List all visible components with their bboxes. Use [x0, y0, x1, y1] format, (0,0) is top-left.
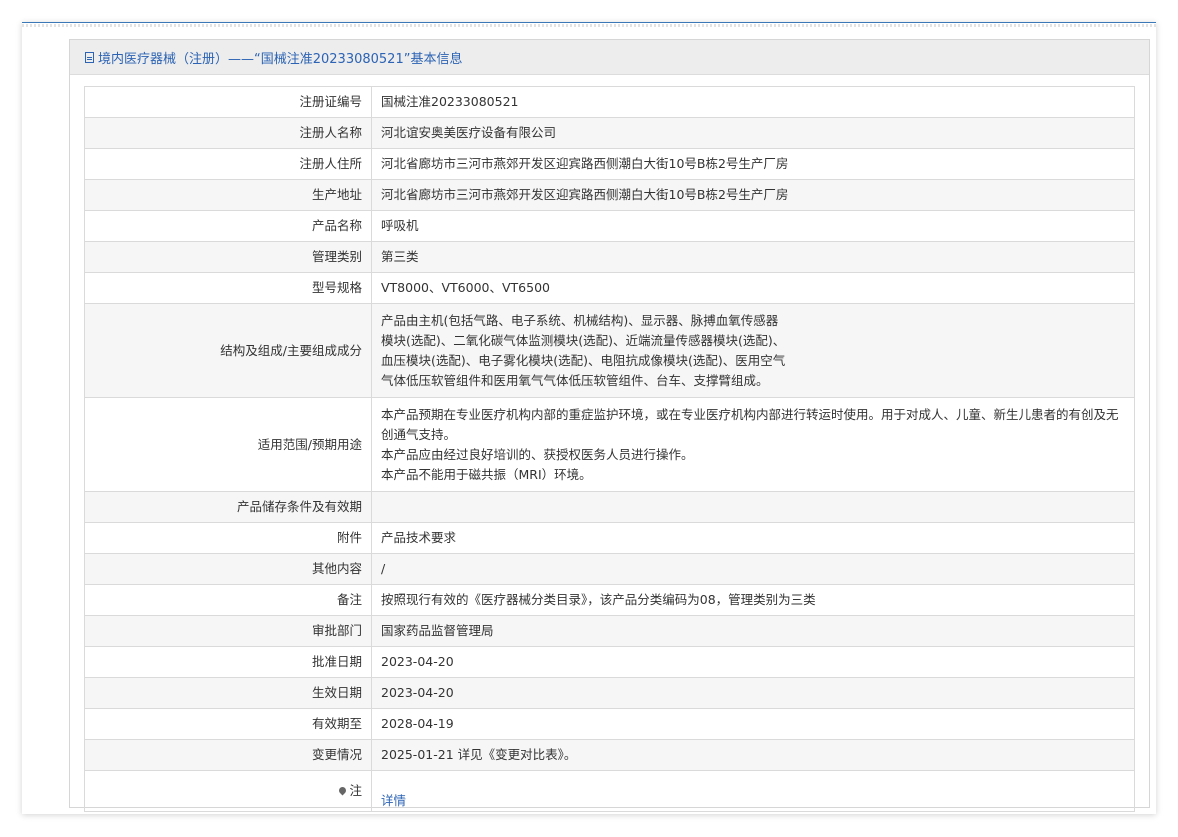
row-label: 审批部门	[84, 615, 372, 647]
row-label: 产品储存条件及有效期	[84, 491, 372, 523]
table-row: 结构及组成/主要组成成分 产品由主机(包括气路、电子系统、机械结构)、显示器、脉…	[84, 303, 1135, 398]
table-row: 注册人住所 河北省廊坊市三河市燕郊开发区迎宾路西侧潮白大街10号B栋2号生产厂房	[84, 148, 1135, 180]
info-panel: 境内医疗器械（注册）——“国械注准20233080521”基本信息 注册证编号 …	[69, 39, 1150, 812]
table-row: 附件 产品技术要求	[84, 522, 1135, 554]
row-value: 第三类	[371, 241, 1135, 273]
row-label: 管理类别	[84, 241, 372, 273]
table-row: 型号规格 VT8000、VT6000、VT6500	[84, 272, 1135, 304]
row-label: 结构及组成/主要组成成分	[84, 303, 372, 398]
row-value: 河北谊安奥美医疗设备有限公司	[371, 117, 1135, 149]
row-value	[371, 491, 1135, 523]
table-row: 其他内容 /	[84, 553, 1135, 585]
row-label: 批准日期	[84, 646, 372, 678]
row-value: 2023-04-20	[371, 646, 1135, 678]
row-label-note: 注	[84, 770, 372, 812]
row-value: 2028-04-19	[371, 708, 1135, 740]
row-value-note: 详情	[371, 770, 1135, 812]
info-table: 注册证编号 国械注准20233080521 注册人名称 河北谊安奥美医疗设备有限…	[84, 86, 1135, 812]
dashed-divider	[22, 24, 1156, 27]
row-value: 按照现行有效的《医疗器械分类目录》，该产品分类编码为08，管理类别为三类	[371, 584, 1135, 616]
row-label: 生效日期	[84, 677, 372, 709]
location-pin-icon	[338, 785, 348, 796]
table-row: 审批部门 国家药品监督管理局	[84, 615, 1135, 647]
table-row: 产品储存条件及有效期	[84, 491, 1135, 523]
row-label: 适用范围/预期用途	[84, 397, 372, 492]
outer-frame: 境内医疗器械（注册）——“国械注准20233080521”基本信息 注册证编号 …	[22, 22, 1156, 814]
row-label: 其他内容	[84, 553, 372, 585]
table-row: 适用范围/预期用途 本产品预期在专业医疗机构内部的重症监护环境，或在专业医疗机构…	[84, 397, 1135, 492]
page: 境内医疗器械（注册）——“国械注准20233080521”基本信息 注册证编号 …	[0, 0, 1178, 837]
table-row: 注 详情	[84, 770, 1135, 812]
row-value: 国家药品监督管理局	[371, 615, 1135, 647]
table-row: 备注 按照现行有效的《医疗器械分类目录》，该产品分类编码为08，管理类别为三类	[84, 584, 1135, 616]
table-row: 有效期至 2028-04-19	[84, 708, 1135, 740]
row-value: VT8000、VT6000、VT6500	[371, 272, 1135, 304]
row-value: 呼吸机	[371, 210, 1135, 242]
table-row: 管理类别 第三类	[84, 241, 1135, 273]
row-label: 注册证编号	[84, 86, 372, 118]
table-row: 变更情况 2025-01-21 详见《变更对比表》。	[84, 739, 1135, 771]
row-label: 产品名称	[84, 210, 372, 242]
document-icon	[85, 52, 94, 63]
row-value: 产品由主机(包括气路、电子系统、机械结构)、显示器、脉搏血氧传感器 模块(选配)…	[371, 303, 1135, 398]
row-label: 注册人名称	[84, 117, 372, 149]
note-label: 注	[349, 783, 362, 798]
table-row: 注册人名称 河北谊安奥美医疗设备有限公司	[84, 117, 1135, 149]
row-label: 生产地址	[84, 179, 372, 211]
table-row: 批准日期 2023-04-20	[84, 646, 1135, 678]
table-row: 产品名称 呼吸机	[84, 210, 1135, 242]
row-value: 产品技术要求	[371, 522, 1135, 554]
row-value: /	[371, 553, 1135, 585]
row-value: 2025-01-21 详见《变更对比表》。	[371, 739, 1135, 771]
table-row: 生效日期 2023-04-20	[84, 677, 1135, 709]
table-row: 注册证编号 国械注准20233080521	[84, 86, 1135, 118]
row-label: 有效期至	[84, 708, 372, 740]
row-label: 型号规格	[84, 272, 372, 304]
row-value: 2023-04-20	[371, 677, 1135, 709]
row-value: 国械注准20233080521	[371, 86, 1135, 118]
row-value: 本产品预期在专业医疗机构内部的重症监护环境，或在专业医疗机构内部进行转运时使用。…	[371, 397, 1135, 492]
panel-header: 境内医疗器械（注册）——“国械注准20233080521”基本信息	[70, 40, 1149, 75]
row-label: 变更情况	[84, 739, 372, 771]
row-label: 备注	[84, 584, 372, 616]
panel-title: 境内医疗器械（注册）——“国械注准20233080521”基本信息	[98, 51, 463, 67]
table-row: 生产地址 河北省廊坊市三河市燕郊开发区迎宾路西侧潮白大街10号B栋2号生产厂房	[84, 179, 1135, 211]
row-label: 注册人住所	[84, 148, 372, 180]
row-label: 附件	[84, 522, 372, 554]
row-value: 河北省廊坊市三河市燕郊开发区迎宾路西侧潮白大街10号B栋2号生产厂房	[371, 148, 1135, 180]
details-link[interactable]: 详情	[381, 793, 406, 808]
row-value: 河北省廊坊市三河市燕郊开发区迎宾路西侧潮白大街10号B栋2号生产厂房	[371, 179, 1135, 211]
